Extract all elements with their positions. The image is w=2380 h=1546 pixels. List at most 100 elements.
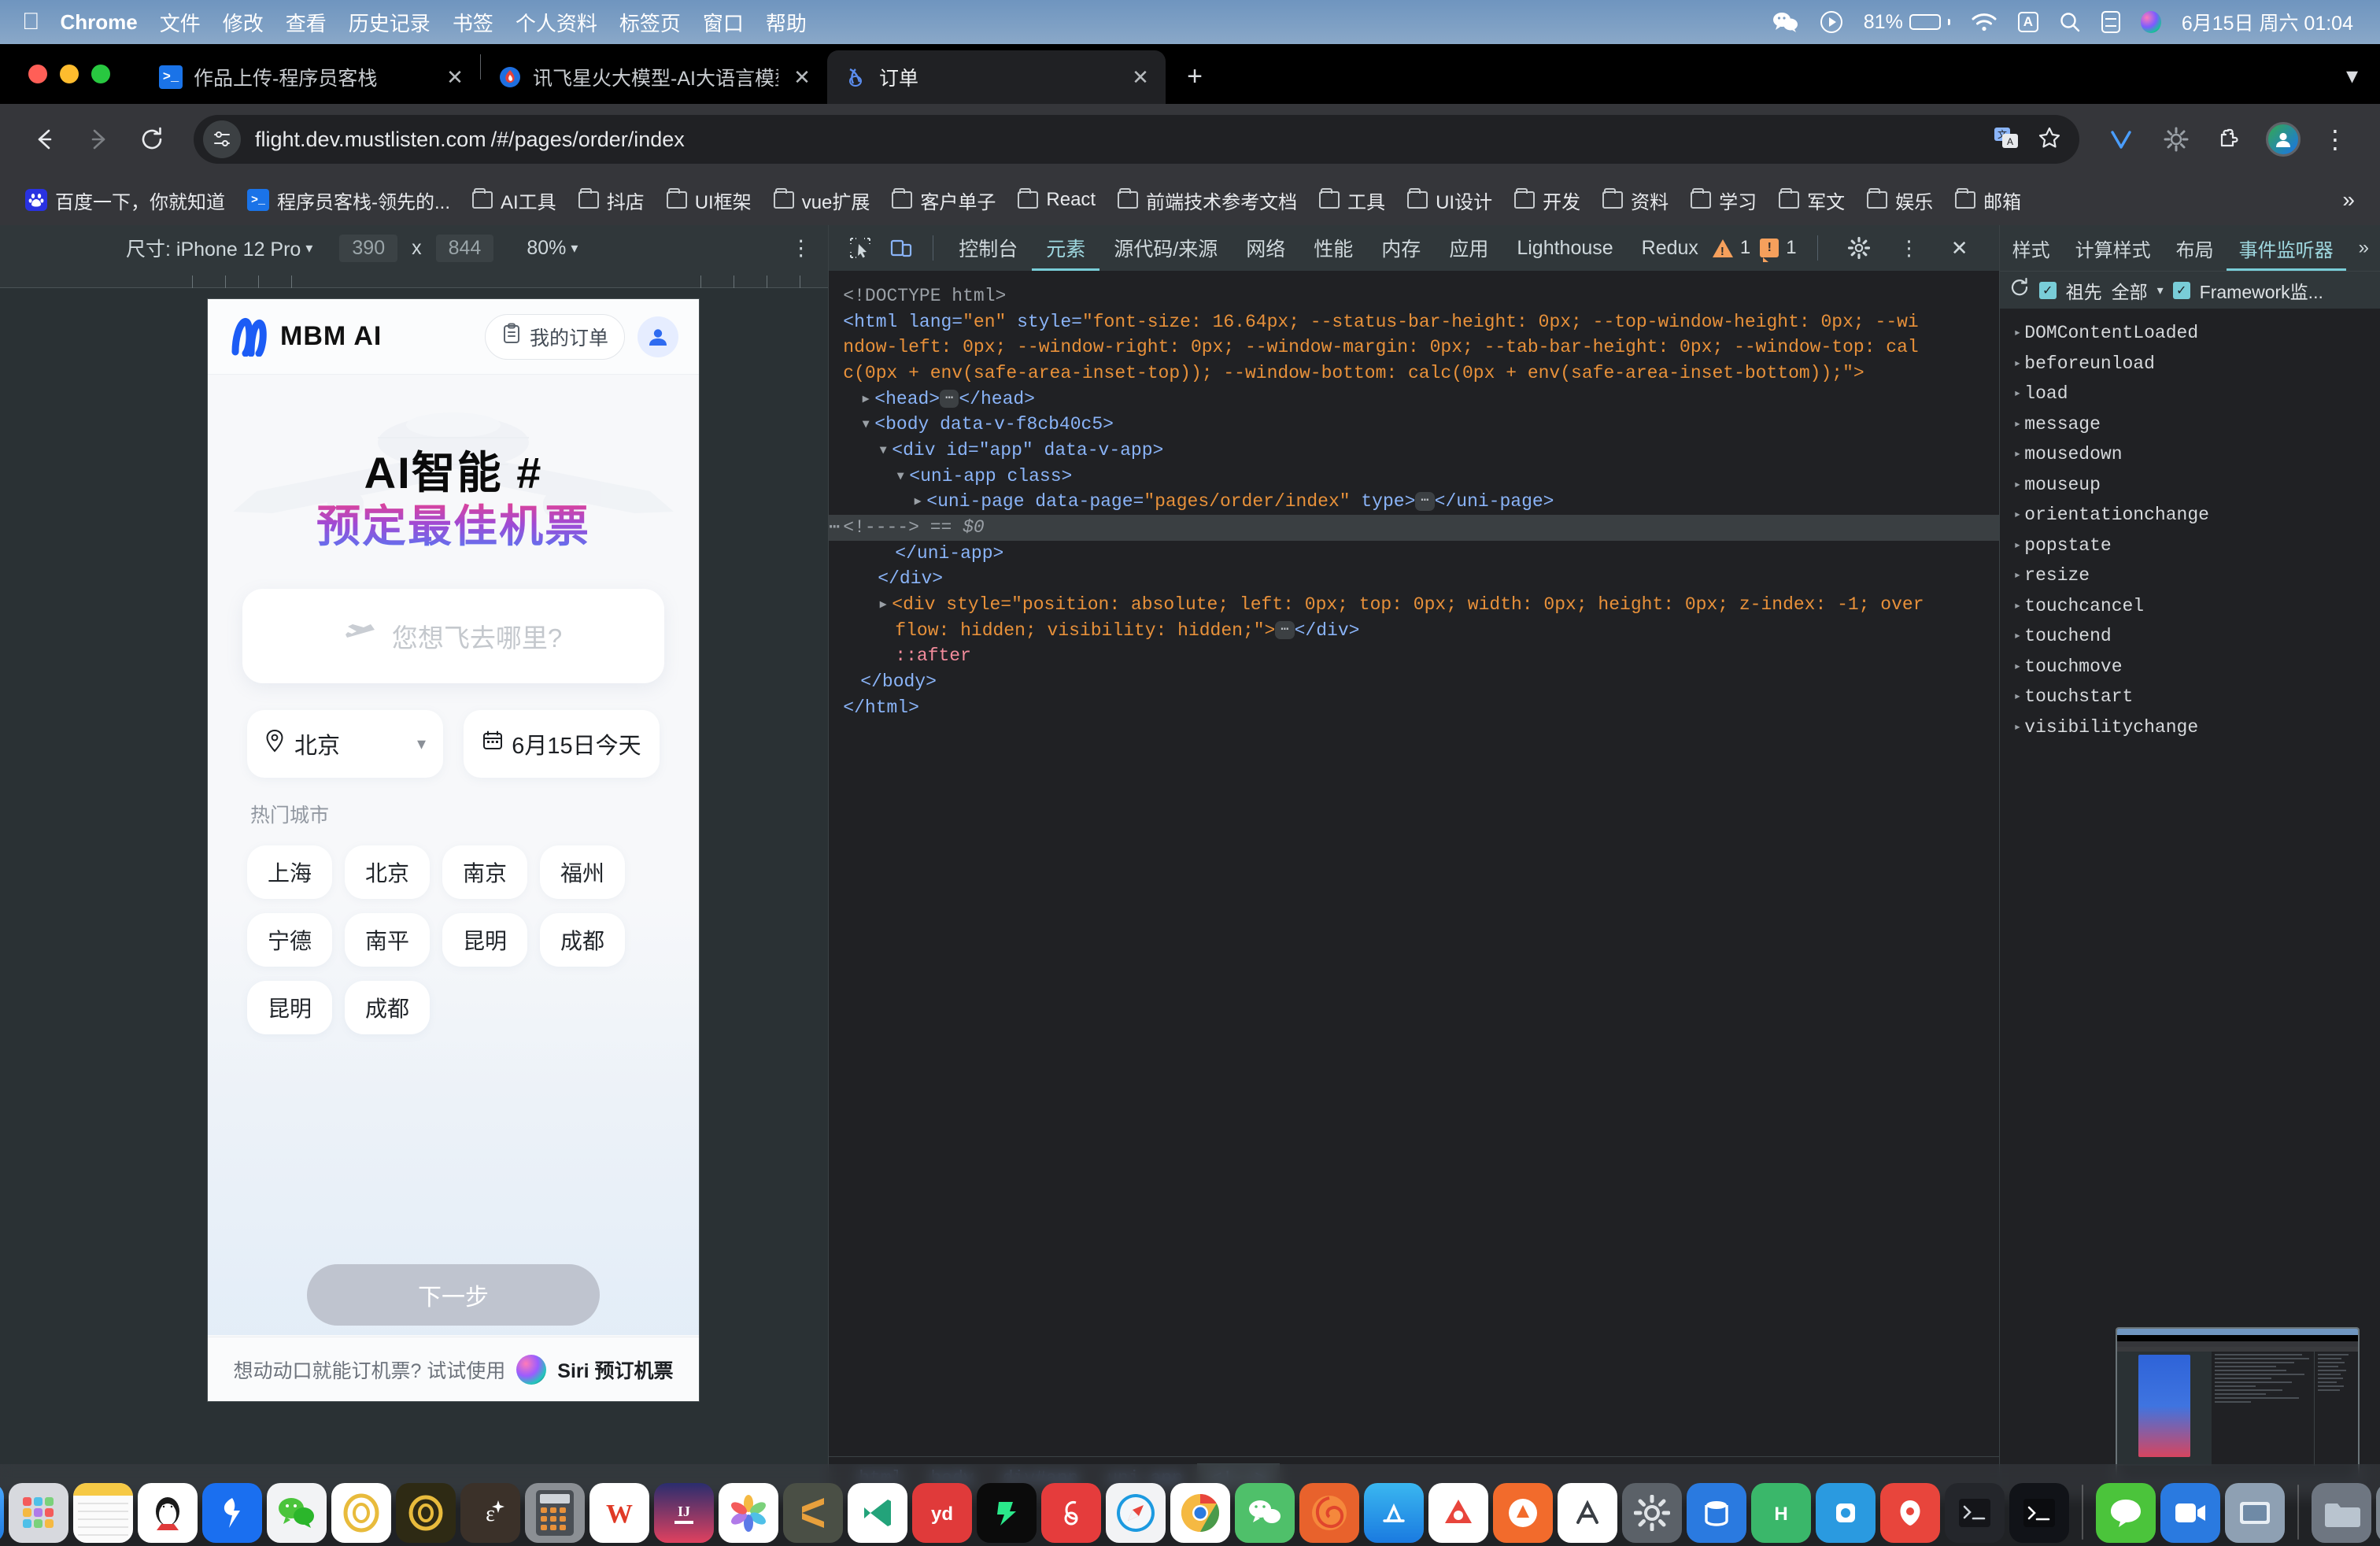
city-chip[interactable]: 昆明 (442, 913, 528, 967)
battery-status-icon[interactable]: 81% (1864, 11, 1950, 34)
extensions-icon[interactable] (2207, 115, 2256, 164)
browser-tab-1[interactable]: >_ 作品上传-程序员客栈 ✕ (142, 50, 480, 104)
profile-avatar-icon[interactable] (2262, 115, 2304, 164)
sidebar-tab-styles[interactable]: 样式 (2000, 225, 2063, 271)
dom-line-selected-comment[interactable]: ⋯ <!----> == $0 (829, 514, 1999, 541)
menu-view[interactable]: 查看 (286, 8, 327, 37)
translate-icon[interactable]: 文A (1993, 125, 2020, 154)
tab-console[interactable]: 控制台 (944, 225, 1032, 271)
firefox-icon[interactable] (1299, 1483, 1359, 1543)
city-chip[interactable]: 福州 (540, 845, 626, 900)
sidebar-tab-event-listeners[interactable]: 事件监听器 (2227, 225, 2346, 271)
vscode-icon[interactable] (848, 1483, 907, 1543)
bookmark-folder-ui-design[interactable]: UI设计 (1398, 182, 1502, 219)
safari-icon[interactable] (1106, 1483, 1166, 1543)
control-center-icon[interactable] (2101, 11, 2120, 33)
appstore-icon[interactable] (1364, 1483, 1424, 1543)
youdao-icon[interactable]: yd (912, 1483, 972, 1543)
dom-line-uni-app[interactable]: ▾ <uni-app class> (843, 464, 1998, 490)
bookmark-folder-tools[interactable]: 工具 (1310, 182, 1395, 219)
menubar-clock[interactable]: 6月15日 周六 01:04 (2182, 8, 2353, 36)
event-item[interactable]: ▸ DOMContentLoaded (2000, 318, 2380, 349)
kebab-icon[interactable]: ⋮ (1889, 230, 1930, 266)
menu-help[interactable]: 帮助 (766, 8, 807, 37)
close-tab-button[interactable]: ✕ (789, 65, 815, 90)
launchpad-icon[interactable] (9, 1483, 68, 1543)
finder-icon[interactable] (0, 1483, 4, 1543)
device-toolbar-kebab[interactable]: ⋮ (790, 236, 812, 261)
city-chip[interactable]: 上海 (247, 845, 333, 900)
meeting-icon[interactable] (2160, 1483, 2220, 1543)
tab-performance[interactable]: 性能 (1299, 225, 1367, 271)
tab-elements[interactable]: 元素 (1032, 225, 1099, 271)
event-item[interactable]: ▸ beforeunload (2000, 349, 2380, 379)
wechat-status-icon[interactable] (1772, 11, 1799, 33)
city-chip[interactable]: 昆明 (247, 981, 333, 1035)
event-item[interactable]: ▸ load (2000, 379, 2380, 409)
dom-line-body[interactable]: ▾ <body data-v-f8cb40c5> (843, 412, 1998, 438)
navicat-icon[interactable] (1687, 1483, 1746, 1543)
browser-tab-3[interactable]: 订单 ✕ (827, 50, 1166, 104)
chevron-down-icon[interactable]: ▾ (2157, 283, 2164, 298)
gear-icon[interactable] (1839, 230, 1879, 266)
system-settings-icon[interactable] (1622, 1483, 1682, 1543)
device-toggle-icon[interactable] (881, 230, 922, 266)
maximize-window-button[interactable] (91, 65, 110, 83)
event-item[interactable]: ▸ mousedown (2000, 439, 2380, 470)
bookmark-baidu[interactable]: 百度一下，你就知道 (16, 182, 235, 219)
photos-icon[interactable] (719, 1483, 778, 1543)
bookmark-folder-military[interactable]: 军文 (1769, 182, 1854, 219)
menu-bookmarks[interactable]: 书签 (453, 8, 493, 37)
menu-window[interactable]: 窗口 (703, 8, 744, 37)
bookmark-folder-materials[interactable]: 资料 (1593, 182, 1678, 219)
event-item[interactable]: ▸ touchstart (2000, 682, 2380, 712)
dom-line-uni-page[interactable]: ▸ <uni-page data-page="pages/order/index"… (843, 489, 1998, 515)
issue-badge[interactable]: ! 1 (1760, 237, 1797, 262)
postman-icon[interactable] (1493, 1483, 1553, 1543)
dom-line-div-app[interactable]: ▾ <div id="app" data-v-app> (843, 438, 1998, 464)
tab-memory[interactable]: 内存 (1367, 225, 1435, 271)
close-tab-button[interactable]: ✕ (442, 65, 468, 90)
inspect-icon[interactable] (840, 230, 881, 266)
departure-city-select[interactable]: 北京 ▾ (247, 710, 443, 779)
calculator-icon[interactable] (525, 1483, 585, 1543)
menu-tab[interactable]: 标签页 (619, 8, 681, 37)
city-chip[interactable]: 南平 (345, 913, 431, 967)
netease-music-icon[interactable] (1041, 1483, 1101, 1543)
dom-tree[interactable]: <!DOCTYPE html> <html lang="en" style="f… (829, 271, 1999, 1456)
dom-line-head[interactable]: ▸ <head> ⋯ </head> (843, 386, 1998, 412)
sidebar-tab-layout[interactable]: 布局 (2164, 225, 2227, 271)
eclipse-icon[interactable]: ε (460, 1483, 520, 1543)
new-tab-button[interactable]: + (1177, 58, 1213, 94)
bookmarks-overflow-button[interactable]: » (2333, 187, 2364, 213)
menu-edit[interactable]: 修改 (223, 8, 264, 37)
event-item[interactable]: ▸ message (2000, 409, 2380, 440)
eudic-icon[interactable] (396, 1483, 456, 1543)
bookmark-folder-dev[interactable]: 开发 (1505, 182, 1590, 219)
refresh-icon[interactable] (2009, 277, 2030, 303)
address-bar[interactable]: flight.dev.mustlisten.com /#/pages/order… (194, 115, 2079, 164)
close-icon[interactable]: ✕ (1939, 230, 1980, 266)
input-source-icon[interactable]: A (2017, 12, 2038, 32)
close-tab-button[interactable]: ✕ (1128, 65, 1153, 90)
event-item[interactable]: ▸ touchend (2000, 621, 2380, 652)
city-chip[interactable]: 成都 (345, 981, 431, 1035)
utools-icon[interactable] (1816, 1483, 1876, 1543)
wechat-devtools-icon[interactable] (1235, 1483, 1295, 1543)
event-item[interactable]: ▸ touchcancel (2000, 591, 2380, 622)
browser-tab-2[interactable]: 讯飞星火大模型-AI大语言模型- ✕ (481, 50, 827, 104)
typora-icon[interactable] (1558, 1483, 1617, 1543)
wifi-status-icon[interactable] (1971, 12, 1998, 32)
event-item[interactable]: ▸ touchmove (2000, 652, 2380, 682)
intellij-idea-icon[interactable]: IJ (654, 1483, 714, 1543)
event-item[interactable]: ▸ resize (2000, 560, 2380, 591)
device-size-label[interactable]: 尺寸: iPhone 12 Pro (126, 234, 301, 262)
city-chip[interactable]: 宁德 (247, 913, 333, 967)
dom-line-uni-app-close[interactable]: </uni-app> (843, 541, 1998, 567)
tab-sources[interactable]: 源代码/来源 (1099, 225, 1232, 271)
play-status-icon[interactable] (1820, 10, 1843, 34)
bookmark-folder-ui-framework[interactable]: UI框架 (657, 182, 761, 219)
sidebar-tab-computed[interactable]: 计算样式 (2063, 225, 2164, 271)
extension-gear-icon[interactable] (2152, 115, 2201, 164)
framework-listeners-checkbox[interactable]: ✓ (2172, 281, 2190, 299)
